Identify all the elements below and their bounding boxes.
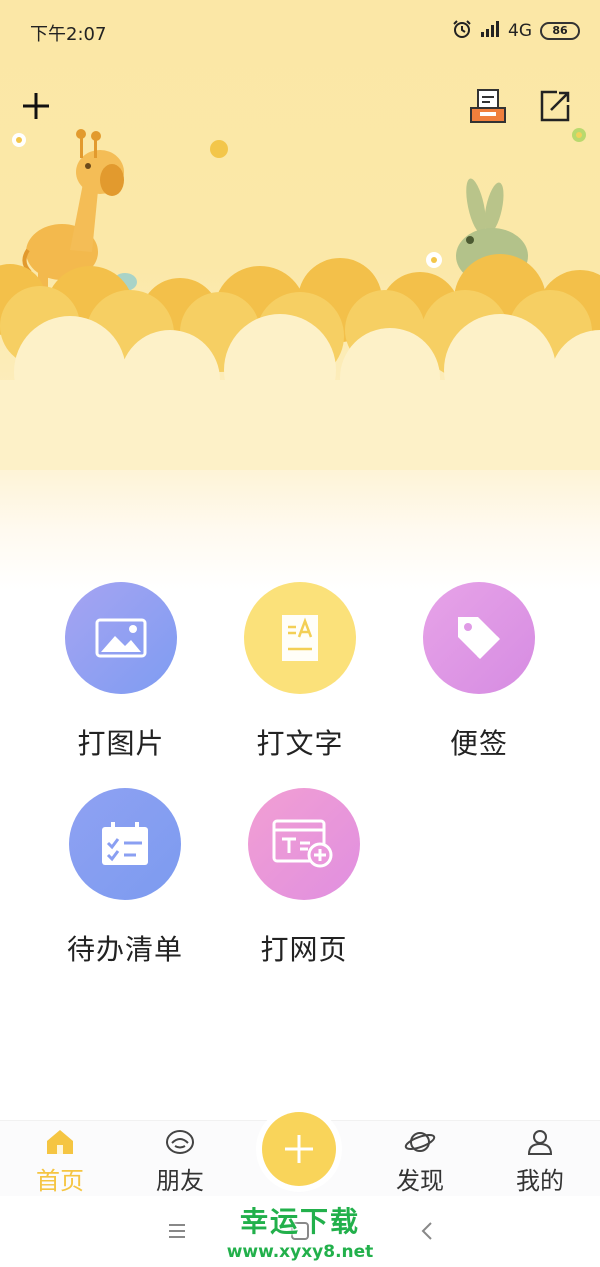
tab-friends-label: 朋友 — [156, 1167, 204, 1195]
menu-button[interactable] — [162, 1216, 192, 1246]
system-back-button[interactable] — [412, 1216, 442, 1246]
profile-icon — [490, 1127, 590, 1157]
alarm-icon — [452, 19, 472, 43]
app-screen: 下午2:07 4G 86 打图片 打文字 便签 待办清单 打网页 首页 朋友 发… — [0, 0, 600, 1267]
tab-profile-label: 我的 — [516, 1167, 564, 1195]
print-image-button[interactable]: 打图片 — [41, 582, 201, 762]
webpage-add-icon — [248, 788, 360, 900]
sticky-note-button[interactable]: 便签 — [399, 582, 559, 762]
print-text-label: 打文字 — [256, 727, 344, 760]
flower-decoration-right — [572, 128, 586, 142]
document-text-icon — [244, 582, 356, 694]
todo-list-label: 待办清单 — [66, 933, 183, 966]
friends-icon — [130, 1127, 230, 1157]
hero-banner: 下午2:07 4G 86 — [0, 0, 600, 590]
back-chevron-icon — [421, 1222, 432, 1240]
todo-list-button[interactable]: 待办清单 — [45, 788, 205, 968]
add-button[interactable] — [14, 84, 58, 128]
printer-button[interactable] — [466, 84, 510, 128]
status-indicators: 4G 86 — [452, 18, 580, 44]
tab-profile[interactable]: 我的 — [490, 1127, 590, 1196]
flower-decoration-left — [12, 133, 26, 147]
hero-illustration — [0, 128, 600, 470]
network-type: 4G — [508, 21, 532, 41]
planet-icon — [370, 1127, 470, 1157]
print-webpage-label: 打网页 — [260, 933, 348, 966]
print-text-button[interactable]: 打文字 — [220, 582, 380, 762]
image-icon — [65, 582, 177, 694]
sticky-note-label: 便签 — [449, 727, 508, 760]
calendar-checklist-icon — [69, 788, 181, 900]
print-image-label: 打图片 — [77, 727, 165, 760]
status-bar: 下午2:07 4G 86 — [0, 0, 600, 62]
square-home-icon — [291, 1222, 309, 1240]
home-icon — [10, 1127, 110, 1157]
printer-icon — [470, 89, 506, 123]
create-fab-button[interactable] — [262, 1112, 336, 1186]
flower-decoration-mid — [426, 252, 442, 268]
battery-level: 86 — [540, 22, 580, 40]
plus-icon — [285, 1135, 313, 1163]
system-home-button[interactable] — [285, 1216, 315, 1246]
status-time: 下午2:07 — [30, 24, 107, 45]
tag-icon — [423, 582, 535, 694]
plus-icon — [23, 93, 49, 119]
print-webpage-button[interactable]: 打网页 — [224, 788, 384, 968]
tab-discover-label: 发现 — [396, 1167, 444, 1195]
tab-discover[interactable]: 发现 — [370, 1127, 470, 1196]
signal-icon — [480, 21, 500, 41]
share-button[interactable] — [533, 84, 577, 128]
tab-home[interactable]: 首页 — [10, 1127, 110, 1196]
tab-home-label: 首页 — [36, 1167, 84, 1195]
menu-icon — [169, 1224, 185, 1238]
share-icon — [540, 90, 570, 122]
tab-friends[interactable]: 朋友 — [130, 1127, 230, 1196]
system-nav-bar — [0, 1196, 600, 1267]
